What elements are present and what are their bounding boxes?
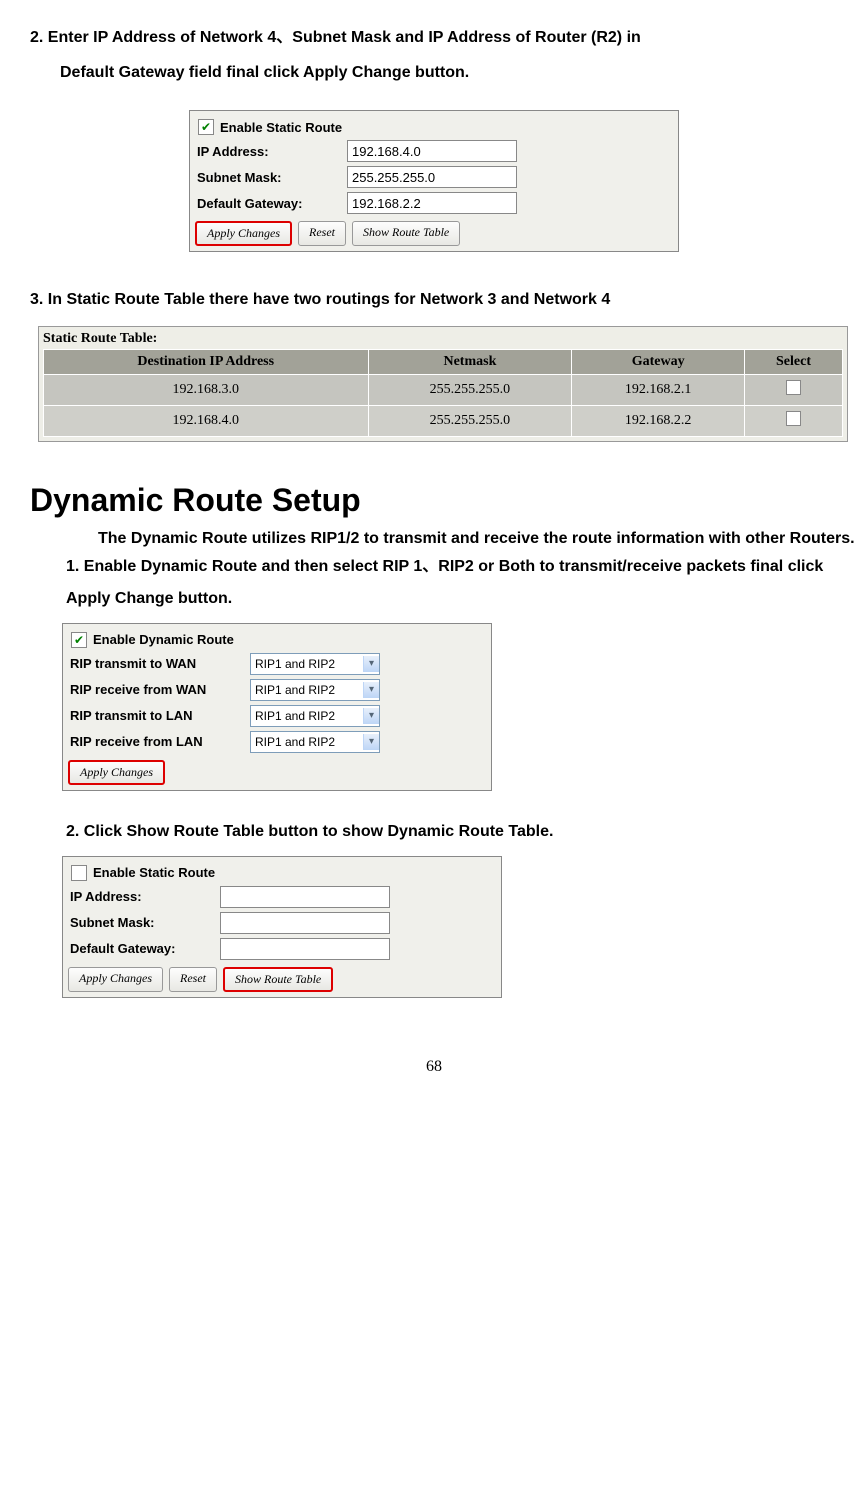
- dynamic-route-form: ✔ Enable Dynamic Route RIP transmit to W…: [62, 623, 492, 791]
- enable-static-checkbox[interactable]: ✔: [71, 865, 87, 881]
- enable-static-label: Enable Static Route: [93, 865, 215, 880]
- chevron-down-icon: ▾: [363, 656, 379, 672]
- static-route-form: ✔ Enable Static Route IP Address: 192.16…: [189, 110, 679, 252]
- dynamic-step2: 2. Click Show Route Table button to show…: [66, 816, 858, 848]
- dynamic-route-heading: Dynamic Route Setup: [30, 482, 858, 519]
- apply-changes-button[interactable]: Apply Changes: [68, 760, 165, 785]
- show-route-table-button[interactable]: Show Route Table: [352, 221, 460, 246]
- enable-dynamic-checkbox[interactable]: ✔: [71, 632, 87, 648]
- default-gateway-label: Default Gateway:: [195, 196, 347, 211]
- ip-address-label: IP Address:: [68, 889, 220, 904]
- rip-rx-wan-label: RIP receive from WAN: [68, 682, 250, 697]
- reset-button[interactable]: Reset: [298, 221, 346, 246]
- rip-tx-lan-label: RIP transmit to LAN: [68, 708, 250, 723]
- default-gateway-label: Default Gateway:: [68, 941, 220, 956]
- default-gateway-input[interactable]: [220, 938, 390, 960]
- rip-rx-lan-select[interactable]: RIP1 and RIP2▾: [250, 731, 380, 753]
- page-number: 68: [10, 1058, 858, 1076]
- step2-line2: Default Gateway field final click Apply …: [60, 55, 858, 90]
- ip-address-input[interactable]: [220, 886, 390, 908]
- enable-static-checkbox[interactable]: ✔: [198, 119, 214, 135]
- chevron-down-icon: ▾: [363, 682, 379, 698]
- subnet-mask-input[interactable]: 255.255.255.0: [347, 166, 517, 188]
- col-mask-header: Netmask: [368, 349, 572, 374]
- chevron-down-icon: ▾: [363, 708, 379, 724]
- subnet-mask-input[interactable]: [220, 912, 390, 934]
- col-dest-header: Destination IP Address: [44, 349, 369, 374]
- subnet-mask-label: Subnet Mask:: [68, 915, 220, 930]
- reset-button[interactable]: Reset: [169, 967, 217, 992]
- rip-rx-lan-label: RIP receive from LAN: [68, 734, 250, 749]
- ip-address-input[interactable]: 192.168.4.0: [347, 140, 517, 162]
- static-route-table: Destination IP Address Netmask Gateway S…: [43, 349, 843, 437]
- route-table-title: Static Route Table:: [43, 331, 843, 347]
- static-route-form2: ✔ Enable Static Route IP Address: Subnet…: [62, 856, 502, 998]
- apply-changes-button[interactable]: Apply Changes: [195, 221, 292, 246]
- rip-tx-lan-select[interactable]: RIP1 and RIP2▾: [250, 705, 380, 727]
- apply-changes-button[interactable]: Apply Changes: [68, 967, 163, 992]
- select-checkbox[interactable]: [786, 411, 801, 426]
- subnet-mask-label: Subnet Mask:: [195, 170, 347, 185]
- select-checkbox[interactable]: [786, 380, 801, 395]
- table-row: 192.168.4.0 255.255.255.0 192.168.2.2: [44, 405, 843, 436]
- ip-address-label: IP Address:: [195, 144, 347, 159]
- col-gw-header: Gateway: [572, 349, 745, 374]
- default-gateway-input[interactable]: 192.168.2.2: [347, 192, 517, 214]
- rip-rx-wan-select[interactable]: RIP1 and RIP2▾: [250, 679, 380, 701]
- show-route-table-button[interactable]: Show Route Table: [223, 967, 333, 992]
- step3-text: 3. In Static Route Table there have two …: [30, 282, 858, 317]
- col-select-header: Select: [744, 349, 842, 374]
- rip-tx-wan-label: RIP transmit to WAN: [68, 656, 250, 671]
- chevron-down-icon: ▾: [363, 734, 379, 750]
- enable-static-label: Enable Static Route: [220, 120, 342, 135]
- static-route-table-block: Static Route Table: Destination IP Addre…: [38, 326, 848, 442]
- rip-tx-wan-select[interactable]: RIP1 and RIP2▾: [250, 653, 380, 675]
- dynamic-step1: 1. Enable Dynamic Route and then select …: [66, 551, 858, 615]
- table-row: 192.168.3.0 255.255.255.0 192.168.2.1: [44, 374, 843, 405]
- dynamic-route-paragraph: The Dynamic Route utilizes RIP1/2 to tra…: [62, 527, 858, 551]
- step2-line1: 2. Enter IP Address of Network 4、Subnet …: [30, 20, 858, 55]
- enable-dynamic-label: Enable Dynamic Route: [93, 632, 234, 647]
